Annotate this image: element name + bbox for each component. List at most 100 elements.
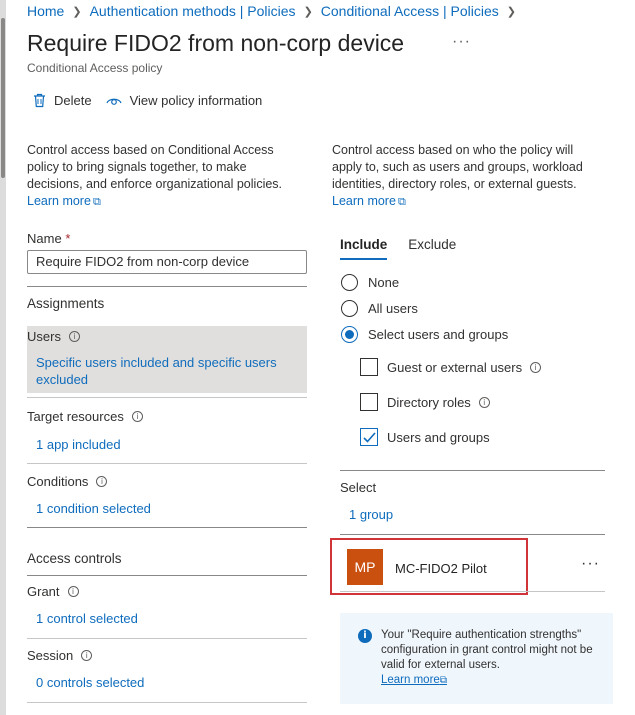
checkbox[interactable] [360, 358, 378, 376]
grant-label-text: Grant [27, 584, 60, 599]
conditions-link[interactable]: 1 condition selected [36, 501, 151, 516]
trash-icon [34, 93, 45, 108]
users-label: Users i [27, 329, 80, 344]
policy-name-input[interactable]: Require FIDO2 from non-corp device [27, 250, 307, 274]
session-label-text: Session [27, 648, 74, 663]
info-learn-more-label: Learn more [381, 674, 440, 686]
avatar: MP [347, 549, 383, 585]
scrollbar-thumb[interactable] [1, 18, 5, 178]
tab-exclude[interactable]: Exclude [408, 237, 456, 260]
divider [340, 591, 605, 592]
chevron-right-icon: ❯ [303, 5, 313, 18]
access-controls-header: Access controls [27, 551, 122, 566]
right-description-text: Control access based on who the policy w… [332, 143, 583, 191]
divider [27, 286, 307, 287]
left-learn-more-label: Learn more [27, 194, 91, 208]
checkmark-icon [363, 432, 376, 443]
info-message-bar: i Your "Require authentication strengths… [340, 613, 613, 704]
view-policy-info-label: View policy information [129, 93, 263, 108]
divider [27, 463, 307, 464]
divider [27, 397, 307, 398]
command-bar: Delete View policy information [33, 93, 276, 108]
left-learn-more-link[interactable]: Learn more ⧉ [27, 194, 101, 208]
right-learn-more-label: Learn more [332, 194, 396, 208]
divider [27, 702, 307, 703]
breadcrumb-auth-methods[interactable]: Authentication methods | Policies [90, 3, 296, 19]
page-subtitle: Conditional Access policy [27, 61, 163, 75]
member-name: MC-FIDO2 Pilot [395, 561, 487, 576]
info-icon: i [358, 629, 372, 643]
checkbox[interactable] [360, 393, 378, 411]
info-message-text: Your "Require authentication strengths" … [381, 629, 593, 671]
required-marker: * [65, 231, 71, 246]
target-resources-label-text: Target resources [27, 409, 124, 424]
radio-none-label: None [368, 275, 400, 290]
include-exclude-tabs: Include Exclude [340, 237, 477, 260]
breadcrumb-home[interactable]: Home [27, 3, 64, 19]
info-icon[interactable]: i [96, 476, 108, 487]
right-description: Control access based on who the policy w… [332, 142, 602, 211]
grant-label: Grant i [27, 584, 79, 599]
radio-button[interactable] [341, 274, 358, 291]
divider [27, 638, 307, 639]
select-label: Select [340, 480, 377, 495]
checkbox-directory-roles[interactable]: Directory roles i [360, 393, 490, 411]
radio-all-users[interactable]: All users [341, 300, 418, 317]
page-title: Require FIDO2 from non-corp device [27, 30, 405, 56]
checkbox-guest-external-label: Guest or external users [387, 359, 523, 375]
checkbox-guest-external[interactable]: Guest or external users i [360, 358, 542, 376]
checkbox-checked[interactable] [360, 428, 378, 446]
info-icon[interactable]: i [131, 411, 143, 422]
conditions-label: Conditions i [27, 474, 108, 489]
assignments-header: Assignments [27, 296, 105, 311]
divider [340, 534, 605, 535]
info-icon[interactable]: i [68, 331, 80, 342]
radio-all-users-label: All users [368, 301, 418, 316]
page-scrollbar[interactable] [0, 0, 6, 715]
info-icon[interactable]: i [67, 586, 79, 597]
name-label-text: Name [27, 231, 62, 246]
session-link[interactable]: 0 controls selected [36, 675, 144, 690]
radio-button[interactable] [341, 300, 358, 317]
info-icon[interactable]: i [81, 650, 93, 661]
delete-button[interactable]: Delete [33, 93, 92, 108]
info-learn-more-link[interactable]: Learn more⧉ [381, 674, 447, 686]
name-label: Name * [27, 231, 70, 246]
left-description: Control access based on Conditional Acce… [27, 142, 295, 211]
target-resources-link[interactable]: 1 app included [36, 437, 121, 452]
left-description-text: Control access based on Conditional Acce… [27, 143, 283, 191]
target-resources-label: Target resources i [27, 409, 143, 424]
info-message: Your "Require authentication strengths" … [381, 628, 606, 688]
divider [27, 575, 307, 576]
external-link-icon: ⧉ [92, 196, 101, 208]
radio-none[interactable]: None [341, 274, 399, 291]
info-icon[interactable]: i [478, 396, 490, 408]
checkbox-users-groups[interactable]: Users and groups [360, 428, 490, 446]
more-icon[interactable]: ··· [581, 555, 600, 573]
right-learn-more-link[interactable]: Learn more ⧉ [332, 194, 406, 208]
radio-select-users-groups[interactable]: Select users and groups [341, 326, 508, 343]
chevron-right-icon: ❯ [72, 5, 82, 18]
select-groups-link[interactable]: 1 group [349, 507, 393, 522]
tab-include[interactable]: Include [340, 237, 388, 260]
users-value-link[interactable]: Specific users included and specific use… [36, 354, 296, 388]
divider [27, 527, 307, 528]
external-link-icon: ⧉ [397, 196, 406, 208]
delete-label: Delete [54, 93, 92, 108]
breadcrumb-conditional-access[interactable]: Conditional Access | Policies [321, 3, 499, 19]
breadcrumb: Home ❯ Authentication methods | Policies… [27, 3, 524, 19]
conditions-label-text: Conditions [27, 474, 89, 489]
external-link-icon: ⧉ [439, 675, 447, 686]
checkbox-users-groups-label: Users and groups [387, 429, 490, 445]
divider [340, 470, 605, 471]
checkbox-directory-roles-label: Directory roles [387, 394, 471, 410]
eye-icon [106, 98, 122, 105]
grant-link[interactable]: 1 control selected [36, 611, 138, 626]
view-policy-info-button[interactable]: View policy information [106, 93, 263, 108]
radio-button-selected[interactable] [341, 326, 358, 343]
info-icon[interactable]: i [530, 361, 542, 373]
more-icon[interactable]: ··· [452, 33, 471, 51]
users-label-text: Users [27, 329, 61, 344]
radio-select-users-groups-label: Select users and groups [368, 327, 509, 342]
session-label: Session i [27, 648, 93, 663]
